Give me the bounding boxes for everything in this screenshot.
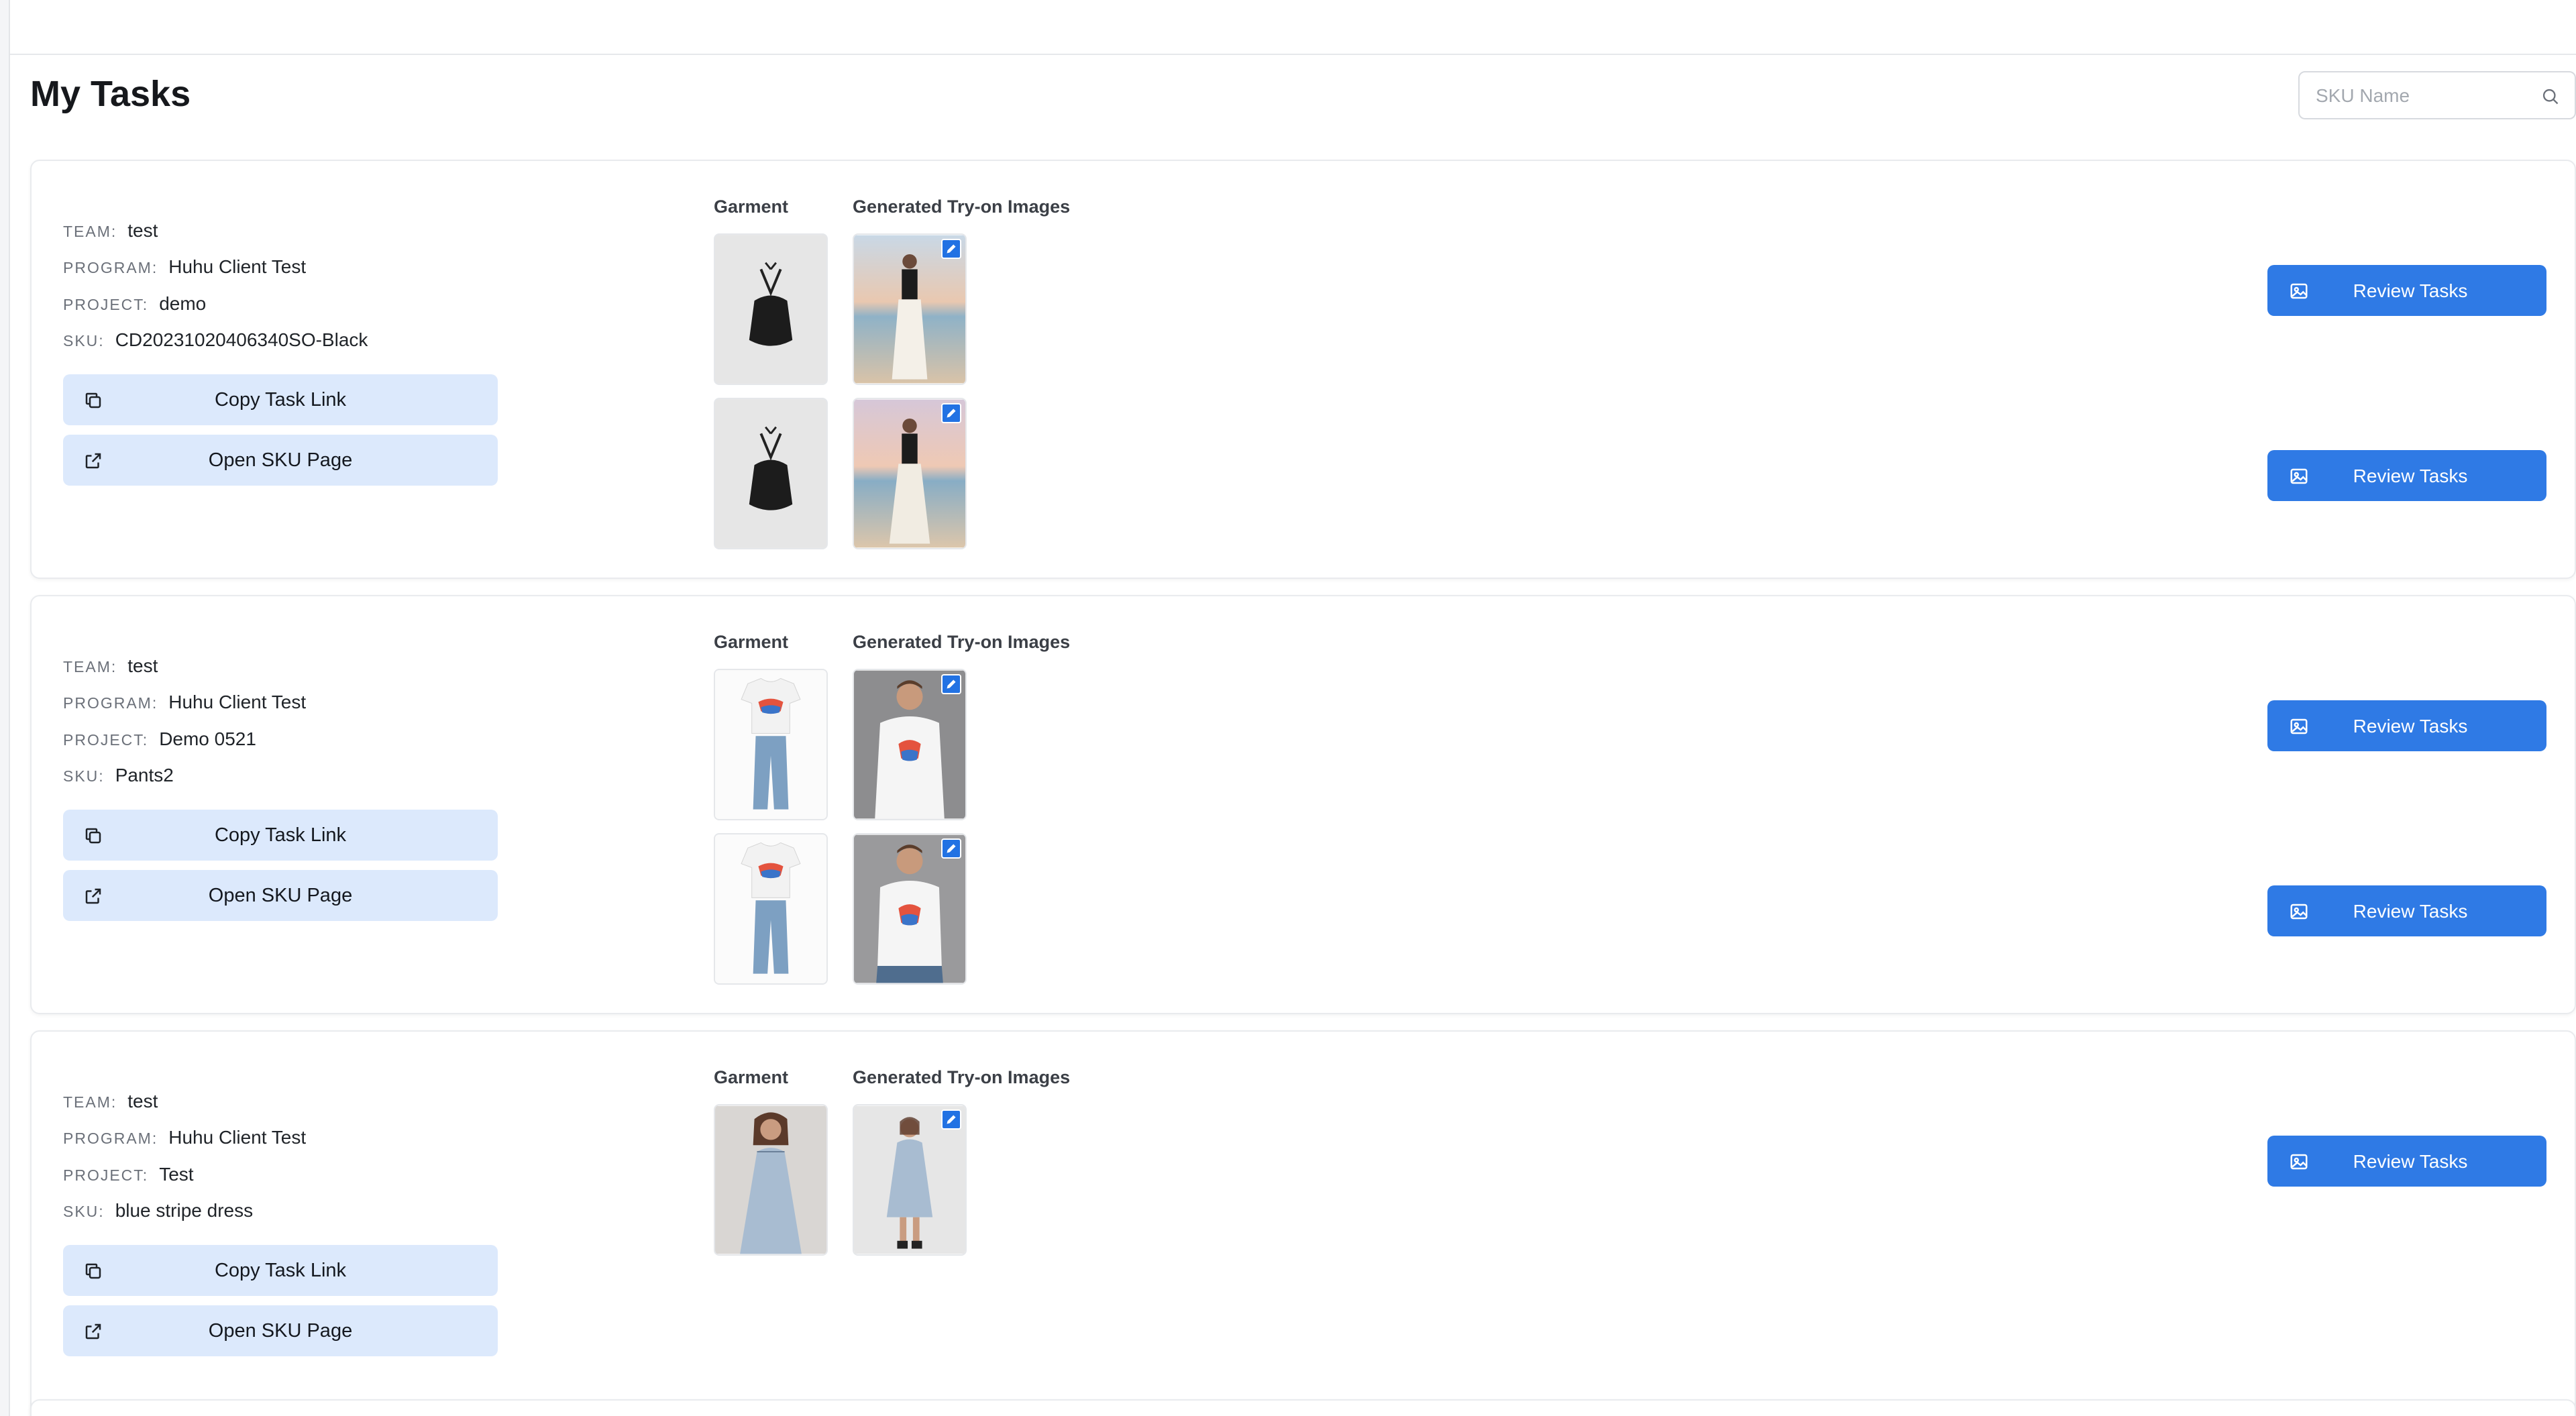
review-tasks-label: Review Tasks [2353, 1151, 2468, 1172]
tryon-image[interactable] [853, 833, 967, 985]
copy-task-link-label: Copy Task Link [214, 389, 347, 411]
generated-column-header: Generated Try-on Images [853, 197, 1071, 217]
team-row: TEAM: test [63, 217, 158, 245]
left-edge-panel [0, 0, 10, 1416]
sku-value: blue stripe dress [115, 1200, 254, 1221]
tryon-image[interactable] [853, 1104, 967, 1256]
sku-key: SKU: [63, 332, 105, 349]
copy-task-link-button[interactable]: Copy Task Link [63, 810, 498, 861]
tryon-image[interactable] [853, 669, 967, 820]
garment-column-header: Garment [714, 1067, 789, 1087]
review-tasks-button[interactable]: Review Tasks [2267, 265, 2546, 316]
program-key: PROGRAM: [63, 259, 158, 276]
search-icon[interactable] [2541, 87, 2560, 106]
program-value: Huhu Client Test [168, 1127, 307, 1148]
image-icon [2290, 283, 2308, 299]
project-row: PROJECT: demo [63, 290, 206, 318]
team-value: test [127, 1091, 158, 1111]
image-icon [2290, 1154, 2308, 1170]
halter-top-icon [715, 399, 826, 548]
task-card: TEAM: test PROGRAM: Huhu Client Test PROJE… [30, 160, 2576, 579]
team-value: test [127, 655, 158, 676]
image-icon [2290, 904, 2308, 920]
tryon-image[interactable] [853, 233, 967, 385]
copy-task-link-label: Copy Task Link [214, 824, 347, 846]
edit-badge-icon[interactable] [941, 239, 961, 259]
open-sku-page-button[interactable]: Open SKU Page [63, 1305, 498, 1356]
team-key: TEAM: [63, 223, 117, 240]
garment-column-header: Garment [714, 197, 789, 217]
review-tasks-button[interactable]: Review Tasks [2267, 700, 2546, 751]
program-value: Huhu Client Test [168, 256, 307, 277]
project-key: PROJECT: [63, 731, 149, 749]
program-key: PROGRAM: [63, 1130, 158, 1147]
edit-badge-icon[interactable] [941, 838, 961, 859]
sku-key: SKU: [63, 1203, 105, 1220]
open-sku-page-label: Open SKU Page [208, 885, 353, 906]
program-row: PROGRAM: Huhu Client Test [63, 1124, 306, 1152]
project-key: PROJECT: [63, 1166, 149, 1184]
review-tasks-button[interactable]: Review Tasks [2267, 1136, 2546, 1187]
garment-column-header: Garment [714, 632, 789, 652]
sku-row: SKU: CD20231020406340SO-Black [63, 327, 368, 354]
review-tasks-label: Review Tasks [2353, 716, 2468, 737]
garment-image[interactable] [714, 233, 828, 385]
halter-top-icon [715, 235, 826, 384]
review-tasks-button[interactable]: Review Tasks [2267, 885, 2546, 936]
review-tasks-button[interactable]: Review Tasks [2267, 450, 2546, 501]
garment-image[interactable] [714, 833, 828, 985]
team-value: test [127, 220, 158, 241]
open-sku-page-button[interactable]: Open SKU Page [63, 435, 498, 486]
sku-value: CD20231020406340SO-Black [115, 329, 368, 350]
sku-row: SKU: blue stripe dress [63, 1197, 253, 1225]
garment-image[interactable] [714, 669, 828, 820]
page-title: My Tasks [30, 74, 191, 114]
project-row: PROJECT: Demo 0521 [63, 726, 256, 753]
program-row: PROGRAM: Huhu Client Test [63, 689, 306, 716]
team-row: TEAM: test [63, 653, 158, 680]
search-box[interactable] [2298, 71, 2576, 119]
team-key: TEAM: [63, 658, 117, 675]
review-tasks-label: Review Tasks [2353, 901, 2468, 922]
sku-search-input[interactable] [2316, 82, 2530, 110]
project-value: Demo 0521 [159, 728, 256, 749]
program-value: Huhu Client Test [168, 692, 307, 712]
open-sku-page-button[interactable]: Open SKU Page [63, 870, 498, 921]
project-value: demo [159, 293, 207, 314]
sku-value: Pants2 [115, 765, 174, 785]
edit-badge-icon[interactable] [941, 403, 961, 423]
top-bar [10, 0, 2576, 55]
review-tasks-label: Review Tasks [2353, 466, 2468, 486]
open-sku-page-label: Open SKU Page [208, 1320, 353, 1342]
project-value: Test [159, 1164, 194, 1185]
sku-row: SKU: Pants2 [63, 762, 174, 789]
program-row: PROGRAM: Huhu Client Test [63, 254, 306, 281]
copy-task-link-label: Copy Task Link [214, 1260, 347, 1281]
garment-image[interactable] [714, 398, 828, 549]
copy-task-link-button[interactable]: Copy Task Link [63, 1245, 498, 1296]
team-key: TEAM: [63, 1093, 117, 1111]
tshirt-jeans-icon [715, 670, 826, 819]
edit-badge-icon[interactable] [941, 1109, 961, 1130]
review-tasks-label: Review Tasks [2353, 280, 2468, 301]
program-key: PROGRAM: [63, 694, 158, 712]
image-icon [2290, 468, 2308, 484]
task-card: TEAM: test PROGRAM: Huhu Client Test PROJE… [30, 1030, 2576, 1416]
team-row: TEAM: test [63, 1088, 158, 1115]
dress-model-icon [715, 1105, 826, 1254]
tryon-image[interactable] [853, 398, 967, 549]
edit-badge-icon[interactable] [941, 674, 961, 694]
project-row: PROJECT: Test [63, 1161, 194, 1189]
tshirt-jeans-icon [715, 834, 826, 983]
generated-column-header: Generated Try-on Images [853, 632, 1071, 652]
task-card-partial [30, 1399, 2576, 1416]
generated-column-header: Generated Try-on Images [853, 1067, 1071, 1087]
project-key: PROJECT: [63, 296, 149, 313]
copy-task-link-button[interactable]: Copy Task Link [63, 374, 498, 425]
task-card: TEAM: test PROGRAM: Huhu Client Test PROJE… [30, 595, 2576, 1014]
open-sku-page-label: Open SKU Page [208, 449, 353, 471]
garment-image[interactable] [714, 1104, 828, 1256]
image-icon [2290, 718, 2308, 734]
sku-key: SKU: [63, 767, 105, 785]
